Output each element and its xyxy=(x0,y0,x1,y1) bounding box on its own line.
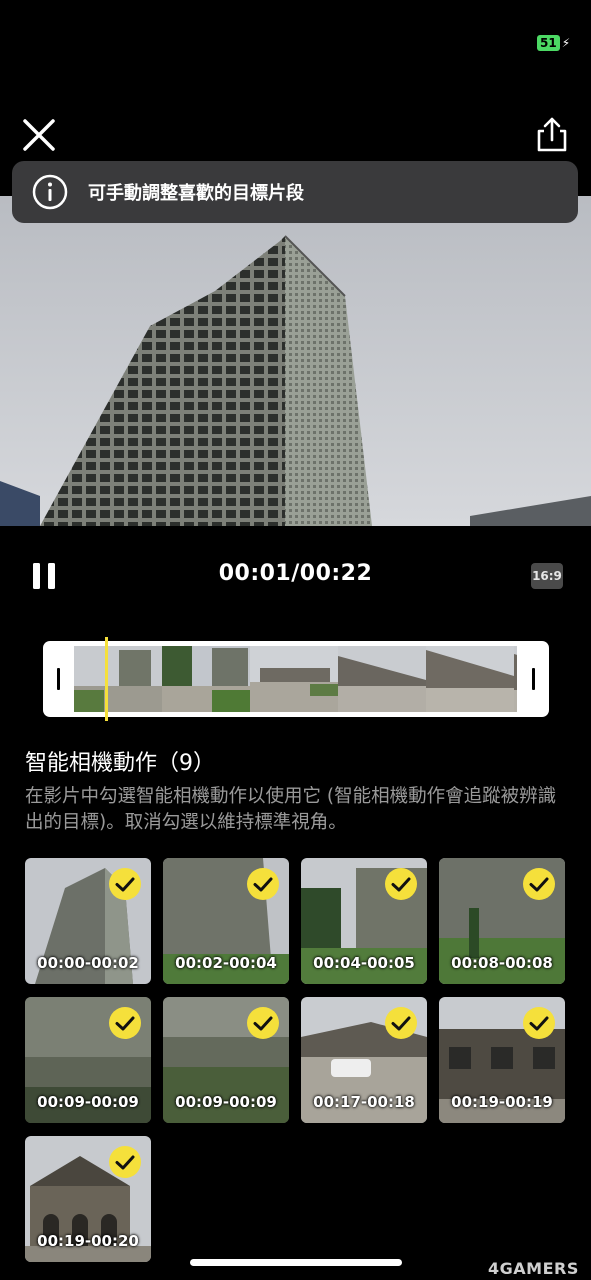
check-icon[interactable] xyxy=(384,867,418,901)
timeline-frame xyxy=(162,646,250,712)
timeline-frame xyxy=(426,646,514,712)
battery-level: 51 xyxy=(537,35,560,51)
clip-card[interactable]: 00:00-00:02 xyxy=(25,858,151,984)
clip-card[interactable]: 00:19-00:20 xyxy=(25,1136,151,1262)
share-icon[interactable] xyxy=(533,116,571,154)
check-icon[interactable] xyxy=(108,1006,142,1040)
clip-card[interactable]: 00:17-00:18 xyxy=(301,997,427,1123)
check-icon[interactable] xyxy=(246,1006,280,1040)
close-icon[interactable] xyxy=(22,118,56,152)
check-icon[interactable] xyxy=(108,1145,142,1179)
timeline-frame xyxy=(250,646,338,712)
clip-card[interactable]: 00:04-00:05 xyxy=(301,858,427,984)
clip-range: 00:04-00:05 xyxy=(313,954,415,972)
clip-card[interactable]: 00:19-00:19 xyxy=(439,997,565,1123)
video-preview[interactable] xyxy=(0,196,591,526)
home-indicator[interactable] xyxy=(190,1259,402,1266)
info-icon xyxy=(32,174,68,210)
battery-indicator: 51 ⚡ xyxy=(537,35,570,51)
section-title: 智能相機動作（9） xyxy=(25,751,215,776)
clip-grid: 00:00-00:02 00:02-00:04 00:04-00:05 00:0… xyxy=(25,858,567,1262)
check-icon[interactable] xyxy=(522,1006,556,1040)
clip-range: 00:09-00:09 xyxy=(175,1093,277,1111)
clip-range: 00:17-00:18 xyxy=(313,1093,415,1111)
trim-handle-left[interactable] xyxy=(57,668,60,690)
video-frame xyxy=(0,196,591,526)
timeline-frames xyxy=(74,646,517,712)
aspect-ratio-button[interactable]: 16:9 xyxy=(531,563,563,589)
playback-time: 00:01/00:22 xyxy=(218,561,373,586)
hint-banner: 可手動調整喜歡的目標片段 xyxy=(12,161,578,223)
section-description: 在影片中勾選智能相機動作以使用它 (智能相機動作會追蹤被辨識出的目標)。取消勾選… xyxy=(25,786,557,833)
clip-card[interactable]: 00:09-00:09 xyxy=(25,997,151,1123)
clip-range: 00:02-00:04 xyxy=(175,954,277,972)
clip-range: 00:08-00:08 xyxy=(451,954,553,972)
check-icon[interactable] xyxy=(108,867,142,901)
clip-range: 00:00-00:02 xyxy=(37,954,139,972)
clip-card[interactable]: 00:08-00:08 xyxy=(439,858,565,984)
clip-range: 00:19-00:20 xyxy=(37,1232,139,1250)
clip-card[interactable]: 00:09-00:09 xyxy=(163,997,289,1123)
trim-handle-right[interactable] xyxy=(532,668,535,690)
clip-range: 00:19-00:19 xyxy=(451,1093,553,1111)
clip-card[interactable]: 00:02-00:04 xyxy=(163,858,289,984)
charging-icon: ⚡ xyxy=(561,36,571,50)
check-icon[interactable] xyxy=(246,867,280,901)
timeline-frame xyxy=(338,646,426,712)
timeline-scrubber[interactable] xyxy=(43,641,549,717)
playhead[interactable] xyxy=(105,637,108,721)
timeline-frame xyxy=(74,646,162,712)
timeline-frame xyxy=(514,646,517,712)
watermark: 4GAMERS xyxy=(488,1259,579,1278)
check-icon[interactable] xyxy=(522,867,556,901)
hint-text: 可手動調整喜歡的目標片段 xyxy=(88,183,304,204)
clip-range: 00:09-00:09 xyxy=(37,1093,139,1111)
check-icon[interactable] xyxy=(384,1006,418,1040)
